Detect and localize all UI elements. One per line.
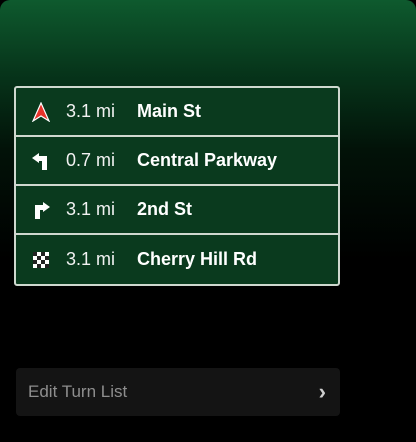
turn-right-icon [28,199,54,221]
turn-distance: 3.1 mi [66,101,116,121]
finish-flag-icon [28,249,54,271]
turn-street: Main St [137,101,202,121]
navigation-screen: 3.1 mi Main St 0.7 mi Central Parkway 3.… [0,0,416,442]
turn-distance: 0.7 mi [66,150,116,170]
edit-turn-list-label: Edit Turn List [28,382,128,401]
turn-distance: 3.1 mi [66,249,116,269]
turn-street: Central Parkway [137,150,278,170]
turn-list-item[interactable]: 0.7 mi Central Parkway [16,137,338,186]
chevron-right-icon: › [318,379,326,404]
start-arrow-icon [28,101,54,123]
turn-street: 2nd St [137,199,193,219]
turn-list-item[interactable]: 3.1 mi Main St [16,88,338,137]
turn-street: Cherry Hill Rd [137,249,258,269]
turn-list-item[interactable]: 3.1 mi 2nd St [16,186,338,235]
turn-distance: 3.1 mi [66,199,116,219]
turn-list: 3.1 mi Main St 0.7 mi Central Parkway 3.… [14,86,340,286]
turn-left-icon [28,150,54,172]
edit-turn-list-button[interactable]: Edit Turn List › [16,368,340,416]
turn-list-item[interactable]: 3.1 mi Cherry Hill Rd [16,235,338,284]
